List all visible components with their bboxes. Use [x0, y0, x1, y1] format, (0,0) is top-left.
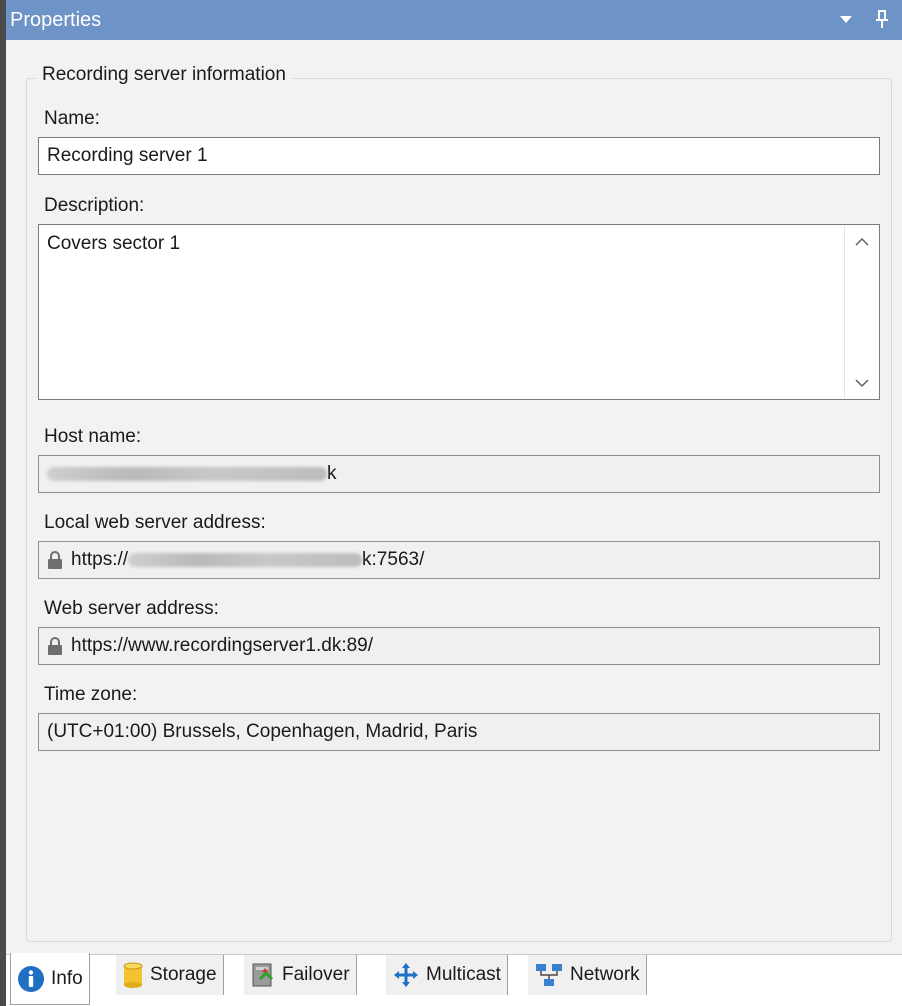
- name-field-value: Recording server 1: [47, 145, 208, 166]
- host-name-suffix: k: [327, 463, 337, 484]
- properties-window: Properties Recording server information …: [0, 0, 902, 1006]
- tab-storage-label: Storage: [150, 964, 217, 985]
- redacted-local-address: [128, 553, 363, 567]
- multicast-icon: [394, 963, 418, 987]
- pin-icon[interactable]: [872, 8, 892, 30]
- properties-content: Recording server information Name: Recor…: [6, 40, 902, 954]
- host-name-field: k: [38, 455, 880, 493]
- tab-info[interactable]: Info: [10, 953, 90, 1005]
- host-name-label: Host name:: [44, 426, 142, 447]
- tab-failover[interactable]: Failover: [244, 955, 357, 995]
- name-field[interactable]: Recording server 1: [38, 137, 880, 175]
- group-legend: Recording server information: [36, 64, 292, 86]
- time-zone-value: (UTC+01:00) Brussels, Copenhagen, Madrid…: [47, 721, 478, 742]
- description-field[interactable]: Covers sector 1: [38, 224, 880, 400]
- name-label: Name:: [44, 108, 100, 129]
- recording-server-info-group: [26, 78, 892, 942]
- redacted-host-name: [47, 467, 327, 481]
- web-server-label: Web server address:: [44, 598, 219, 619]
- tab-storage[interactable]: Storage: [116, 955, 224, 995]
- local-address-suffix: k:7563/: [362, 549, 425, 570]
- tab-multicast-label: Multicast: [426, 964, 501, 985]
- description-label: Description:: [44, 195, 145, 216]
- time-zone-label: Time zone:: [44, 684, 138, 705]
- tab-network-label: Network: [570, 964, 640, 985]
- info-icon: [18, 965, 44, 992]
- network-icon: [536, 964, 562, 986]
- scroll-up-arrow-icon[interactable]: [845, 226, 879, 256]
- local-web-server-label: Local web server address:: [44, 512, 266, 533]
- description-scrollbar[interactable]: [844, 226, 878, 398]
- web-server-field: https://www.recordingserver1.dk:89/: [38, 627, 880, 665]
- tab-multicast[interactable]: Multicast: [386, 955, 508, 995]
- scroll-down-arrow-icon[interactable]: [845, 368, 879, 398]
- tab-info-label: Info: [51, 967, 83, 989]
- dropdown-arrow-icon[interactable]: [836, 8, 856, 30]
- lock-icon: [48, 637, 62, 655]
- lock-icon: [48, 551, 62, 569]
- panel-title: Properties: [10, 8, 102, 31]
- local-web-server-field: https:// k:7563/: [38, 541, 880, 579]
- tab-network[interactable]: Network: [528, 955, 647, 995]
- local-address-prefix: https://: [71, 549, 129, 570]
- properties-tabstrip: Info Storage Failover Multicast Network: [6, 953, 902, 1006]
- description-field-value: Covers sector 1: [47, 233, 181, 254]
- storage-icon: [123, 962, 143, 988]
- tab-failover-label: Failover: [282, 964, 350, 985]
- web-server-address: https://www.recordingserver1.dk:89/: [71, 635, 374, 656]
- failover-icon: [252, 963, 274, 987]
- properties-titlebar: Properties: [6, 0, 902, 40]
- time-zone-field: (UTC+01:00) Brussels, Copenhagen, Madrid…: [38, 713, 880, 751]
